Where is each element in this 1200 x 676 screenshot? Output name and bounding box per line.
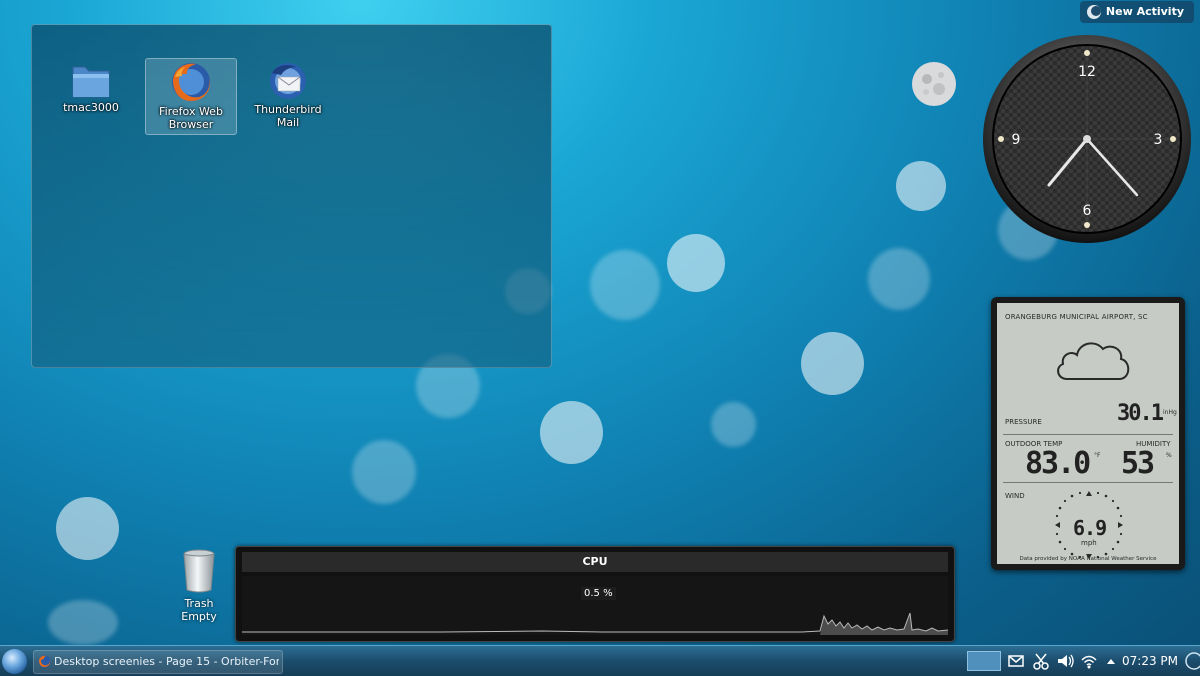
lcd-divider <box>1003 434 1173 435</box>
bokeh-circle <box>896 161 946 211</box>
mail-icon[interactable] <box>1006 651 1026 671</box>
cpu-monitor-widget[interactable]: CPU 0.5 % <box>235 546 955 642</box>
expand-arrow-icon[interactable] <box>1101 651 1121 671</box>
weather-station-widget[interactable]: ORANGEBURG MUNICIPAL AIRPORT, SC PRESSUR… <box>991 297 1185 570</box>
trash-status: Empty <box>181 610 217 623</box>
taskbar-panel: Desktop screenies - Page 15 - Orbiter-Fo… <box>0 645 1200 676</box>
firefox-icon <box>172 63 211 101</box>
taskbar-clock[interactable]: 07:23 PM <box>1122 651 1178 671</box>
bokeh-circle <box>56 497 119 560</box>
weather-lcd: ORANGEBURG MUNICIPAL AIRPORT, SC PRESSUR… <box>997 303 1179 564</box>
firefox-icon <box>38 655 51 668</box>
desktop-icon-label: tmac3000 <box>63 101 119 114</box>
cloud-icon <box>1057 342 1130 380</box>
cpu-graph <box>242 576 949 635</box>
cashew-icon <box>1086 5 1101 19</box>
bokeh-circle <box>48 600 118 645</box>
pressure-unit: inHg <box>1163 409 1177 416</box>
analog-clock-widget[interactable]: 12 3 6 9 <box>981 33 1193 245</box>
wind-label: WIND <box>1005 492 1025 500</box>
bokeh-circle <box>868 248 930 310</box>
desktop-icon-label: Firefox Web <box>159 105 223 118</box>
clock-numeral-3: 3 <box>1154 132 1163 148</box>
clock-numeral-9: 9 <box>1012 132 1021 148</box>
thunderbird-icon <box>270 63 306 99</box>
taskbar-task-firefox[interactable]: Desktop screenies - Page 15 - Orbiter-Fo… <box>33 650 283 674</box>
kde-launcher-icon[interactable] <box>2 649 27 674</box>
folder-view-panel[interactable]: tmac3000 Firefox Web Browser Thunderbird… <box>31 24 552 368</box>
bokeh-circle <box>801 332 864 395</box>
volume-icon[interactable] <box>1055 651 1075 671</box>
humidity-unit: % <box>1166 452 1172 459</box>
panel-cashew-icon[interactable] <box>1182 651 1200 671</box>
desktop-icon-label: Thunderbird <box>254 103 322 116</box>
moon-phase-icon[interactable] <box>911 61 957 107</box>
trash-desktop-icon[interactable]: Trash Empty <box>172 548 226 623</box>
weather-station-name: ORANGEBURG MUNICIPAL AIRPORT, SC <box>1005 313 1148 321</box>
pressure-label: PRESSURE <box>1005 418 1042 426</box>
network-icon[interactable] <box>1079 651 1099 671</box>
bokeh-circle <box>590 250 660 320</box>
clock-numeral-6: 6 <box>1083 203 1092 219</box>
folder-icon <box>72 66 110 98</box>
trash-label: Trash <box>184 597 214 610</box>
desktop-icon-tmac3000[interactable]: tmac3000 <box>46 59 136 114</box>
bokeh-circle <box>540 401 603 464</box>
new-activity-label: New Activity <box>1105 5 1184 18</box>
desktop-icon-label: Mail <box>276 116 300 129</box>
wind-unit: mph <box>1081 539 1097 547</box>
cpu-title: CPU <box>242 552 948 572</box>
weather-provider: Data provided by NOAA National Weather S… <box>1019 556 1157 562</box>
bokeh-circle <box>711 402 756 447</box>
cpu-usage-value: 0.5 % <box>581 587 616 600</box>
bokeh-circle <box>667 234 725 292</box>
trash-icon <box>183 549 215 593</box>
wind-value: 6.9 <box>1073 516 1107 540</box>
desktop-pager[interactable] <box>967 651 1001 671</box>
outdoor-temp-unit: °F <box>1094 452 1101 459</box>
humidity-value: 53 <box>1121 446 1155 481</box>
new-activity-button[interactable]: New Activity <box>1079 1 1194 23</box>
lcd-divider <box>1003 482 1173 483</box>
desktop-icon-label: Browser <box>168 118 214 131</box>
task-label: Desktop screenies - Page 15 - Orbiter-Fo… <box>54 655 279 668</box>
klipper-icon[interactable] <box>1031 651 1051 671</box>
clock-numeral-12: 12 <box>1078 64 1096 80</box>
desktop-icon-firefox[interactable]: Firefox Web Browser <box>145 58 237 135</box>
outdoor-temp-value: 83.0 <box>1025 446 1091 481</box>
desktop-icon-thunderbird[interactable]: Thunderbird Mail <box>243 59 333 129</box>
bokeh-circle <box>352 440 416 504</box>
pressure-value: 30.1 <box>1117 401 1164 426</box>
